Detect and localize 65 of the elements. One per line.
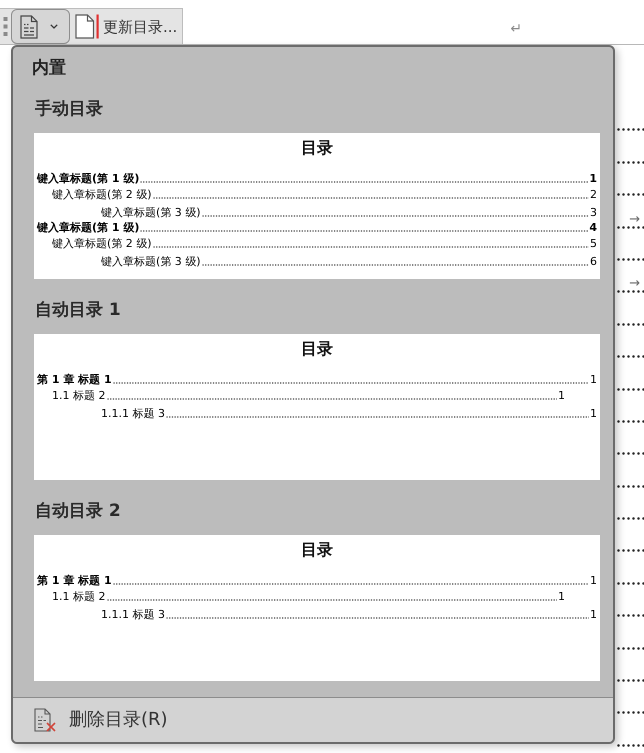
dot-leader [617, 160, 644, 164]
page-number: 2 [590, 187, 597, 202]
dot-leader [617, 614, 644, 618]
preview-heading: 目录 [301, 540, 333, 559]
gallery-title: 自动目录 2 [35, 500, 121, 523]
dot-leader [617, 711, 644, 714]
preview-entry-text: 1.1.1 标题 3 [101, 406, 165, 421]
contents-preview-card[interactable]: 目录 第 1 章 标题 1 1 1.1 标题 2 1 1.1.1 标题 3 1 [34, 334, 600, 480]
page-number: 1 [590, 406, 597, 421]
preview-heading: 目录 [301, 138, 333, 157]
page-number: 3 [590, 205, 597, 220]
dot-leader [617, 322, 644, 326]
dot-leader [617, 679, 644, 682]
paragraph-mark: ↵ [510, 21, 522, 37]
preview-entry-text: 键入章标题(第 3 级) [101, 205, 201, 220]
contents-preview-card[interactable]: 目录 第 1 章 标题 1 1 1.1 标题 2 1 1.1.1 标题 3 1 [34, 535, 600, 681]
dot-leader [617, 582, 644, 585]
page-number: 1 [589, 171, 597, 186]
preview-entry-text: 1.1.1 标题 3 [101, 607, 165, 622]
dot-leader [617, 420, 644, 423]
page-lines-icon [20, 14, 38, 38]
page-marker-icon [75, 14, 99, 39]
preview-entry-text: 键入章标题(第 1 级) [37, 220, 140, 235]
dot-leader [617, 646, 644, 650]
page-number: 5 [590, 236, 597, 251]
dot-leader [617, 484, 644, 488]
dot-leader [617, 355, 644, 358]
update-contents-button[interactable]: 更新目录... [75, 14, 178, 39]
contents-preview-card[interactable]: 目录 键入章标题(第 1 级) 1 键入章标题(第 2 级) 2 键入章标题(第 3 级) 3 键入章标题(第 1 级) 4 键入章标题(第 2 级) 5 键入章标题(第 3 级) 6 [34, 133, 600, 279]
dot-leader [617, 517, 644, 520]
dot-leader [617, 744, 644, 747]
preview-entry-text: 1.1 标题 2 [52, 388, 106, 403]
preview-entry-text: 键入章标题(第 1 级) [37, 171, 140, 186]
contents-dropdown-button[interactable] [11, 9, 70, 44]
dot-leader [617, 258, 644, 261]
tab-mark: → [629, 278, 640, 290]
page-number: 6 [590, 254, 597, 269]
gallery-title: 手动目录 [35, 98, 103, 121]
preview-entry-text: 键入章标题(第 2 级) [52, 187, 152, 202]
dot-leader [617, 226, 644, 229]
preview-entry-text: 键入章标题(第 2 级) [52, 236, 152, 251]
preview-entry-text: 键入章标题(第 3 级) [101, 254, 201, 269]
remove-contents-menu-item[interactable]: 删除目录(R) [13, 697, 613, 742]
page-number: 1 [590, 372, 597, 387]
preview-entry-text: 1.1 标题 2 [52, 589, 106, 604]
page-number: 4 [589, 220, 597, 235]
tab-mark: → [629, 214, 640, 225]
dot-leader [617, 549, 644, 552]
menu-section-label: 内置 [32, 57, 66, 80]
dot-leader [617, 193, 644, 196]
preview-entry-text: 第 1 章 标题 1 [37, 573, 112, 588]
page-number: 1 [558, 388, 565, 403]
dot-leader [617, 452, 644, 456]
gallery-title: 自动目录 1 [35, 299, 121, 322]
chevron-down-icon [50, 24, 58, 29]
dot-leader [617, 388, 644, 391]
page-number: 1 [590, 607, 597, 622]
page-cross-icon [34, 708, 56, 732]
preview-heading: 目录 [301, 339, 333, 358]
grip-icon[interactable] [3, 17, 8, 36]
dot-leader [617, 128, 644, 132]
page-number: 1 [590, 573, 597, 588]
preview-entry-text: 第 1 章 标题 1 [37, 372, 112, 387]
dot-leader [617, 290, 644, 294]
page-number: 1 [558, 589, 565, 604]
